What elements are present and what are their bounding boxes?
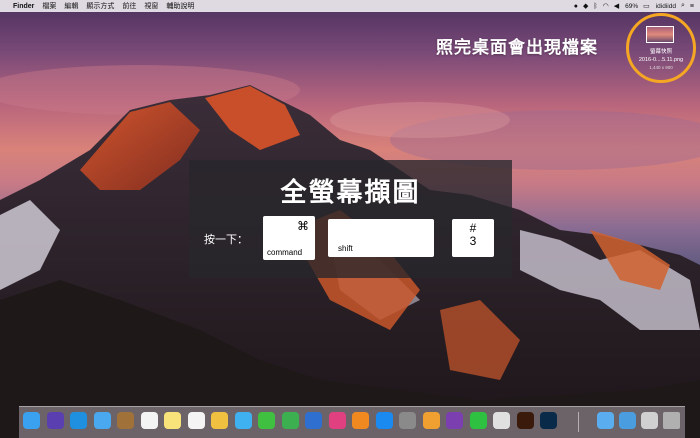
dock-separator [578,412,579,432]
desktop: Finder 檔案 編輯 顯示方式 前往 視窗 輔助說明 ● ◆ ᛒ ◠ ◀ 6… [0,0,700,438]
contacts-icon[interactable] [117,412,134,429]
three-label: 3 [469,234,477,248]
menu-view[interactable]: 顯示方式 [86,1,114,11]
command-key: ⌘ command [263,216,315,260]
bluetooth-icon[interactable]: ᛒ [593,3,597,10]
finder-icon[interactable] [23,412,40,429]
instruction-panel: 全螢幕擷圖 按一下： ⌘ command shift # 3 [189,160,512,278]
menu-file[interactable]: 檔案 [42,1,56,11]
downloads-icon[interactable] [619,412,636,429]
shift-key: shift [328,219,434,257]
folder-icon[interactable] [597,412,614,429]
dock [19,406,685,438]
menu-help[interactable]: 輔助說明 [166,1,194,11]
username[interactable]: ididiidd [656,3,676,10]
mail-icon[interactable] [93,412,111,429]
messages-icon[interactable] [234,412,252,429]
itunes-icon[interactable] [328,412,346,429]
line-status-icon[interactable]: ● [574,3,578,10]
trash-icon[interactable] [663,412,680,429]
screenshot-file-thumbnail[interactable] [646,26,674,43]
chrome-icon[interactable] [493,412,510,429]
press-label: 按一下： [204,234,248,246]
dropbox-status-icon[interactable]: ◆ [583,2,588,10]
reminders-icon[interactable] [187,412,205,429]
hash-symbol: # [469,221,477,235]
highlight-circle [626,13,696,83]
facetime-icon[interactable] [258,412,275,429]
wifi-icon[interactable]: ◠ [603,2,609,10]
menu-app-name[interactable]: Finder [13,3,34,10]
menu-window[interactable]: 視窗 [144,1,158,11]
command-label: command [267,248,303,257]
system-preferences-icon[interactable] [399,412,416,429]
document-icon[interactable] [641,412,658,429]
menu-bar: Finder 檔案 編輯 顯示方式 前往 視窗 輔助說明 ● ◆ ᛒ ◠ ◀ 6… [0,0,700,12]
line-icon[interactable] [469,412,487,429]
screenshot-file-subname[interactable]: 2016-0....5.11.png [630,57,692,63]
onenote-icon[interactable] [446,412,463,429]
photoshop-icon[interactable] [540,412,557,429]
keynote-icon[interactable] [305,412,322,429]
butterfly-icon[interactable] [422,412,440,429]
battery-icon[interactable]: ▭ [643,2,650,10]
ibooks-icon[interactable] [352,412,369,429]
panel-title: 全螢幕擷圖 [280,177,421,207]
three-key: # 3 [452,219,494,257]
photos-icon[interactable] [211,412,228,429]
siri-icon[interactable] [46,412,64,429]
battery-percent[interactable]: 69% [625,3,638,10]
shift-label: shift [338,244,353,253]
safari-icon[interactable] [70,412,87,429]
menu-edit[interactable]: 編輯 [64,1,78,11]
command-symbol: ⌘ [297,219,309,233]
overlay-caption: 照完桌面會出現檔案 [436,38,598,57]
calendar-icon[interactable] [140,412,158,429]
volume-icon[interactable]: ◀ [614,2,619,10]
menu-go[interactable]: 前往 [122,1,136,11]
notes-icon[interactable] [164,412,181,429]
screenshot-file-name[interactable]: 螢幕快照 [630,49,692,56]
spotlight-search-icon[interactable]: ⌕ [681,2,685,10]
numbers-icon[interactable] [281,412,299,429]
notification-center-icon[interactable]: ≡ [690,3,694,10]
screenshot-file-size: 1,440 x 900 [649,65,673,70]
app-store-icon[interactable] [375,412,393,429]
illustrator-icon[interactable] [516,412,534,429]
